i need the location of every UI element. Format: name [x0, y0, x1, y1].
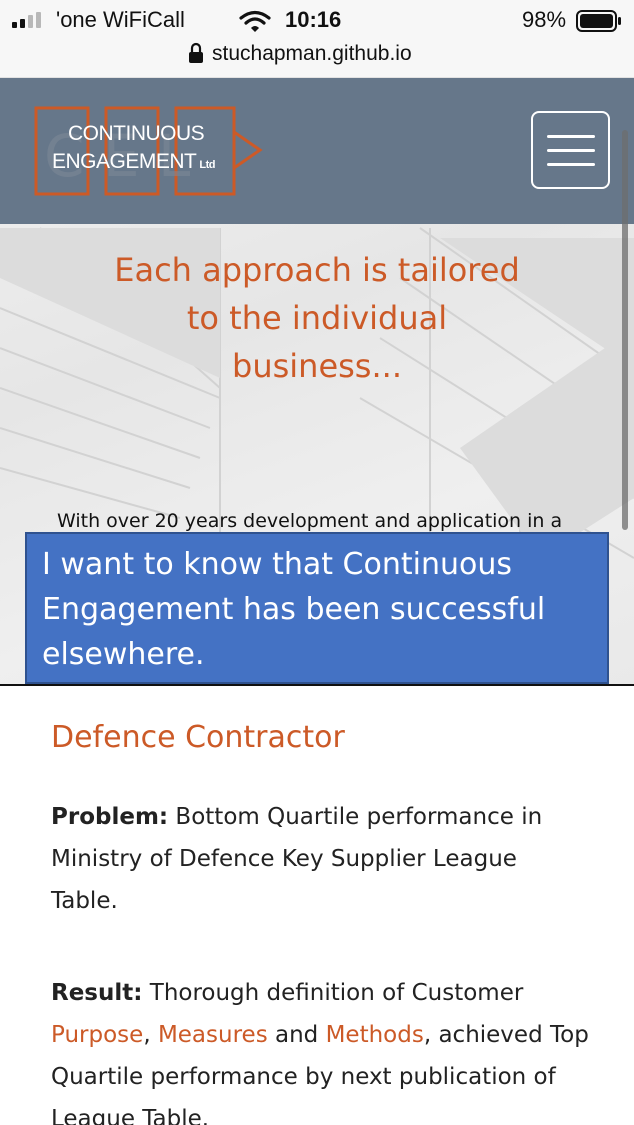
address-bar[interactable]: stuchapman.github.io: [0, 42, 634, 78]
methods-link[interactable]: Methods: [326, 1022, 424, 1048]
problem-label: Problem:: [51, 804, 169, 830]
tagline-line2: to the individual: [186, 299, 448, 337]
user-story-callout: I want to know that Continuous Engagemen…: [25, 532, 609, 684]
measures-link[interactable]: Measures: [158, 1022, 268, 1048]
case-study-title: Defence Contractor: [51, 720, 345, 755]
logo-text-line1: CONTINUOUS: [68, 122, 205, 145]
and-text: and: [267, 1022, 326, 1048]
result-label: Result:: [51, 980, 143, 1006]
battery-icon: [576, 10, 621, 32]
callout-line1: I want to know that Continuous: [42, 547, 512, 582]
status-bar: 'one WiFiCall 10:16 98%: [0, 0, 634, 42]
result-paragraph: Result: Thorough definition of Customer …: [51, 972, 591, 1125]
tagline-line1: Each approach is tailored: [114, 251, 520, 289]
lock-icon: [189, 42, 203, 63]
hero-tagline: Each approach is tailored to the individ…: [60, 246, 574, 390]
result-text-1: Thorough definition of Customer: [142, 980, 524, 1006]
tagline-line3: business...: [232, 347, 402, 385]
callout-line2: Engagement has been successful: [42, 592, 546, 627]
carrier-name: 'one WiFiCall: [56, 7, 185, 32]
page-scrollbar[interactable]: [622, 130, 628, 530]
callout-line3: elsewhere.: [42, 637, 205, 672]
url-text[interactable]: stuchapman.github.io: [212, 42, 412, 66]
purpose-link[interactable]: Purpose: [51, 1022, 143, 1048]
clock: 10:16: [285, 7, 342, 32]
signal-bars-icon: [12, 12, 48, 28]
logo-suffix: Ltd: [199, 159, 215, 171]
section-divider: [0, 684, 634, 686]
hamburger-menu-icon[interactable]: [531, 111, 610, 189]
comma-text: ,: [143, 1022, 158, 1048]
intro-text: With over 20 years development and appli…: [57, 510, 563, 532]
battery-percent: 98%: [522, 7, 567, 32]
problem-paragraph: Problem: Bottom Quartile performance in …: [51, 796, 591, 922]
wifi-icon: [239, 10, 271, 32]
logo-text-line2: ENGAGEMENT Ltd: [52, 150, 215, 173]
